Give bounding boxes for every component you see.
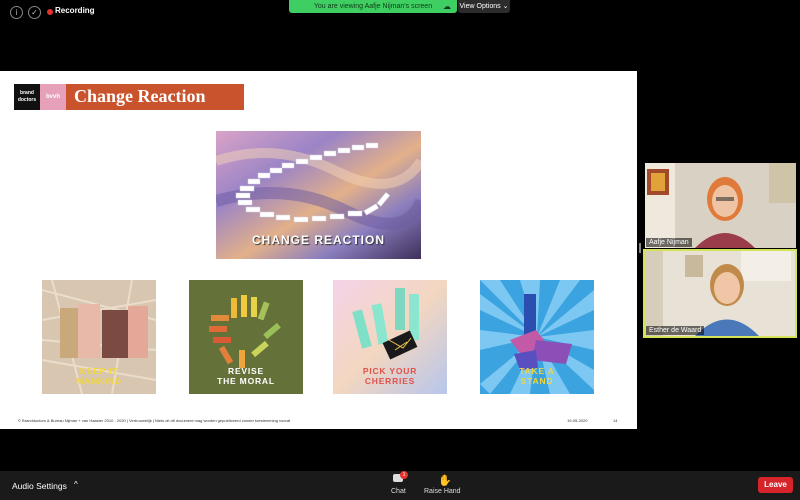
view-options-label: View Options	[459, 3, 501, 10]
hero-image: CHANGE REACTION	[216, 131, 421, 259]
shield-icon[interactable]: ✓	[28, 6, 41, 19]
bvvh-logo: bvvh	[40, 84, 66, 110]
chevron-down-icon: ⌄	[502, 3, 509, 10]
participant-video-aafje[interactable]: Aafje Nijman	[645, 163, 796, 248]
slide-title: Change Reaction	[74, 86, 206, 106]
hero-title: CHANGE REACTION	[251, 233, 385, 247]
tile-label: KEEP IT MANKIND	[42, 366, 156, 386]
slide-footer-page: 14	[613, 418, 618, 423]
tile-label-line1: KEEP IT	[79, 366, 119, 376]
slide-footer-date: 19-05-2020	[567, 418, 588, 423]
meeting-controls-bar: Audio Settings ^ 1 Chat ✋ Raise Hand Lea…	[0, 471, 800, 500]
tile-label-line2: STAND	[520, 376, 554, 386]
tile-label-line2: CHERRIES	[364, 376, 416, 386]
cloud-icon: ☁	[443, 2, 451, 11]
tile-label-line1: REVISE	[228, 366, 264, 376]
tile-label-line2: MANKIND	[76, 376, 122, 386]
panel-resize-handle[interactable]	[639, 243, 641, 253]
participant-video-esther[interactable]: Esther de Waard	[643, 249, 797, 338]
tile-label-line1: PICK YOUR	[362, 366, 418, 376]
recording-dot-icon	[47, 9, 53, 15]
tile-label: TAKE A STAND	[480, 366, 594, 386]
tile-revise-the-moral: REVISE THE MORAL	[189, 280, 303, 394]
banner-text: You are viewing Aafje Nijman's screen	[313, 3, 433, 10]
leave-button[interactable]: Leave	[758, 477, 793, 493]
slide-title-bar: Change Reaction	[66, 84, 244, 110]
tile-keep-it-mankind: KEEP IT MANKIND	[42, 280, 156, 394]
participant-video-image	[645, 251, 795, 336]
chat-unread-badge: 1	[400, 471, 408, 479]
audio-settings-button[interactable]: Audio Settings	[12, 481, 67, 491]
tile-pick-your-cherries: PICK YOUR CHERRIES	[333, 280, 447, 394]
raise-hand-icon[interactable]: ✋	[438, 474, 452, 487]
viewing-screen-banner: You are viewing Aafje Nijman's screen ☁	[289, 0, 457, 13]
info-icon[interactable]: i	[10, 6, 23, 19]
participant-name: Esther de Waard	[646, 326, 705, 335]
slide-footer-copyright: © Branddoctors & Bureau Nijman + van Haa…	[18, 418, 291, 423]
tile-label: REVISE THE MORAL	[189, 366, 303, 386]
audio-options-caret-icon[interactable]: ^	[74, 480, 78, 489]
tile-label-line1: TAKE A	[519, 366, 555, 376]
participant-name: Aafje Nijman	[646, 238, 692, 247]
tile-label-line2: THE MORAL	[217, 376, 275, 386]
tile-take-a-stand: TAKE A STAND	[480, 280, 594, 394]
chat-button-label[interactable]: Chat	[391, 488, 406, 495]
brand-doctors-logo: brand doctors	[14, 84, 40, 110]
shared-screen-slide: brand doctors bvvh Change Reaction CHANG…	[0, 71, 637, 429]
view-options-button[interactable]: View Options ⌄	[458, 0, 510, 13]
recording-label: Recording	[55, 6, 95, 15]
participant-video-image	[645, 163, 796, 248]
tile-label: PICK YOUR CHERRIES	[333, 366, 447, 386]
raise-hand-button-label[interactable]: Raise Hand	[424, 488, 461, 495]
